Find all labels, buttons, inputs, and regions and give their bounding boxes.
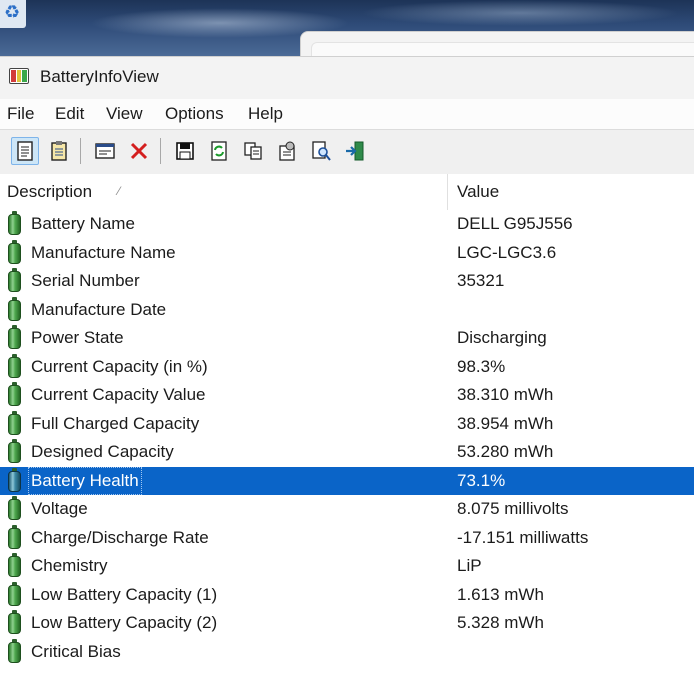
save-icon[interactable] [171,137,199,165]
simple-mode-icon[interactable] [11,137,39,165]
row-value: LiP [457,556,482,575]
battery-icon [8,581,21,606]
toolbar-separator [160,138,161,164]
menu-edit[interactable]: Edit [55,104,84,124]
table-row[interactable]: Manufacture Name LGC-LGC3.6 [0,239,694,268]
row-description: Chemistry [31,556,108,575]
row-description: Current Capacity Value [31,385,206,404]
row-value: 8.075 millivolts [457,499,569,518]
log-mode-icon[interactable] [45,137,73,165]
row-value: -17.151 milliwatts [457,527,589,547]
table-row[interactable]: Serial Number 35321 [0,267,694,296]
menu-file[interactable]: File [7,104,34,124]
table-row[interactable]: Full Charged Capacity 38.954 mWh [0,410,694,439]
battery-icon [8,353,21,378]
row-description: Serial Number [31,271,140,290]
refresh-icon[interactable] [205,137,233,165]
recycle-bin-icon[interactable]: ♻ [0,0,26,28]
row-value: Discharging [457,328,547,347]
battery-icon [8,524,21,549]
table-row[interactable]: Current Capacity Value 38.310 mWh [0,381,694,410]
table-row[interactable]: Designed Capacity 53.280 mWh [0,438,694,467]
battery-icon [8,296,21,321]
row-description: Full Charged Capacity [31,413,200,433]
row-description: Voltage [31,499,88,518]
battery-app-icon [9,68,29,84]
row-value: DELL G95J556 [457,214,573,233]
battery-icon [8,439,21,463]
row-description: Manufacture Name [31,242,176,262]
row-description: Charge/Discharge Rate [31,527,209,547]
table-row[interactable]: Battery Name DELL G95J556 [0,210,694,239]
table-row[interactable]: Battery Health 73.1% [0,466,694,495]
exit-icon[interactable] [341,137,369,165]
column-header-value[interactable]: Value [457,182,499,202]
battery-icon [8,239,21,264]
row-description: Critical Bias [31,641,121,661]
row-description: Battery Name [31,214,135,233]
row-value: 53.280 mWh [457,442,554,461]
title-bar[interactable]: BatteryInfoView [0,57,694,99]
menu-help[interactable]: Help [248,104,283,124]
table-row[interactable]: Power State Discharging [0,324,694,353]
options-icon[interactable] [273,137,301,165]
table-row[interactable]: Manufacture Date [0,296,694,325]
list-rows: Battery Name DELL G95J556 Manufacture Name… [0,210,694,666]
battery-icon [8,638,21,663]
desktop-cloud [360,0,680,26]
table-row[interactable]: Low Battery Capacity (2) 5.328 mWh [0,609,694,638]
battery-icon [8,467,21,492]
table-row[interactable]: Critical Bias [0,638,694,667]
row-value: 35321 [457,271,505,290]
menu-bar: File Edit View Options Help [0,99,694,129]
row-value: 73.1% [457,470,506,490]
find-icon[interactable] [307,137,335,165]
table-row[interactable]: Charge/Discharge Rate -17.151 milliwatts [0,524,694,553]
row-description: Low Battery Capacity (1) [31,584,218,604]
table-row[interactable]: Low Battery Capacity (1) 1.613 mWh [0,581,694,610]
row-description: Manufacture Date [31,299,167,319]
menu-view[interactable]: View [106,104,143,124]
row-value: 38.954 mWh [457,413,554,433]
battery-icon [8,211,21,235]
row-value: 38.310 mWh [457,385,554,404]
toolbar-separator [80,138,81,164]
sort-indicator-icon: ⁄ [118,184,121,198]
delete-icon[interactable] [125,137,153,165]
row-value: 1.613 mWh [457,584,544,604]
background-window[interactable] [300,31,694,56]
battery-icon [8,410,21,435]
column-divider[interactable] [447,174,448,210]
battery-icon [8,382,21,406]
window-title: BatteryInfoView [40,67,159,86]
row-description: Low Battery Capacity (2) [31,613,218,632]
row-value: LGC-LGC3.6 [457,242,557,262]
copy-icon[interactable] [239,137,267,165]
row-description: Designed Capacity [31,442,174,461]
battery-info-list[interactable]: Description ⁄ Value Battery Name DELL G95… [0,174,694,673]
row-value: 98.3% [457,356,506,376]
table-row[interactable]: Chemistry LiP [0,552,694,581]
row-description: Current Capacity (in %) [31,356,208,376]
column-header-description[interactable]: Description [7,182,92,202]
table-row[interactable]: Current Capacity (in %) 98.3% [0,353,694,382]
battery-icon [8,496,21,520]
background-window-content [311,42,694,56]
row-description: Battery Health [28,466,142,495]
row-value: 5.328 mWh [457,613,544,632]
battery-icon [8,553,21,577]
toolbar [0,129,694,175]
list-header: Description ⁄ Value [0,174,694,210]
row-description: Power State [31,328,124,347]
properties-icon[interactable] [91,137,119,165]
app-window: BatteryInfoView File Edit View Options H… [0,56,694,673]
menu-options[interactable]: Options [165,104,224,124]
battery-icon [8,610,21,634]
desktop-background: ♻ [0,0,694,56]
battery-icon [8,268,21,292]
table-row[interactable]: Voltage 8.075 millivolts [0,495,694,524]
battery-icon [8,325,21,349]
